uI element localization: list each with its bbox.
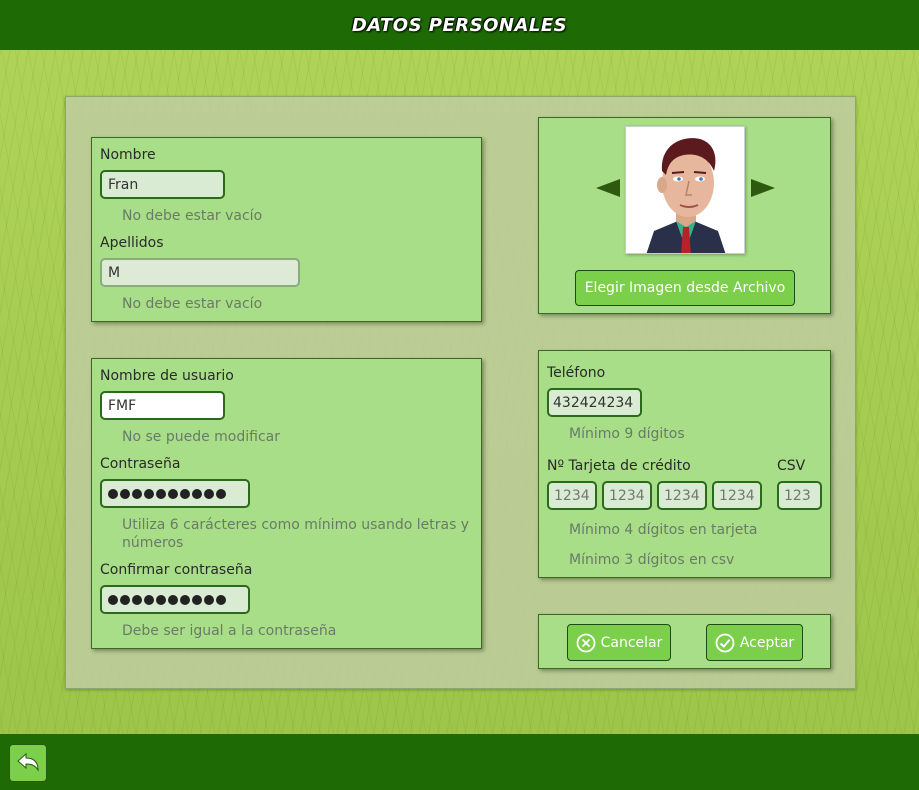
password-dot [132, 594, 142, 605]
triangle-right-icon[interactable] [751, 179, 775, 197]
page-title: DATOS PERSONALES [351, 14, 568, 36]
accept-button[interactable]: Aceptar [706, 624, 803, 661]
password-dot [192, 488, 202, 499]
tarjeta-hint: Mínimo 4 dígitos en tarjeta [569, 522, 758, 538]
password-dot [204, 488, 214, 499]
password-dot [144, 488, 154, 499]
card-number-field-4[interactable] [712, 481, 762, 510]
password-dot [108, 594, 118, 605]
triangle-left-icon[interactable] [596, 179, 620, 197]
password-dot [216, 594, 226, 605]
password-dot [168, 594, 178, 605]
image-panel: Elegir Imagen desde Archivo [538, 117, 831, 314]
password-label: Contraseña [100, 456, 181, 472]
apellidos-hint: No debe estar vacío [122, 296, 263, 312]
profile-image [625, 126, 745, 254]
password-dot [168, 488, 178, 499]
choose-image-button[interactable]: Elegir Imagen desde Archivo [575, 270, 795, 306]
avatar-portrait [626, 127, 744, 253]
tarjeta-label: Nº Tarjeta de crédito [547, 458, 691, 474]
back-arrow-icon [17, 752, 39, 772]
password-dot [108, 488, 118, 499]
cancel-label: Cancelar [600, 634, 663, 651]
password-dot [156, 594, 166, 605]
contact-panel: Teléfono Mínimo 9 dígitos Nº Tarjeta de … [538, 350, 831, 578]
footer-bar [0, 734, 919, 790]
password-dot [180, 594, 190, 605]
actions-panel: Cancelar Aceptar [538, 614, 831, 669]
confirm-password-hint: Debe ser igual a la contraseña [122, 623, 337, 639]
csv-field[interactable] [777, 481, 822, 510]
accept-label: Aceptar [739, 634, 795, 651]
nombre-hint: No debe estar vacío [122, 208, 263, 224]
password-dot [180, 488, 190, 499]
confirm-password-label: Confirmar contraseña [100, 562, 253, 578]
card-number-field-1[interactable] [547, 481, 597, 510]
usuario-hint: No se puede modificar [122, 429, 280, 445]
nombre-field[interactable] [100, 170, 225, 199]
password-dot [132, 488, 142, 499]
csv-label: CSV [777, 458, 806, 474]
password-field[interactable] [100, 479, 250, 508]
cancel-button[interactable]: Cancelar [567, 624, 671, 661]
password-dot [120, 594, 130, 605]
password-hint: Utiliza 6 carácteres como mínimo usando … [122, 517, 470, 551]
password-dot [120, 488, 130, 499]
password-dot [204, 594, 214, 605]
usuario-field[interactable] [100, 391, 225, 420]
card-number-field-3[interactable] [657, 481, 707, 510]
password-dot [156, 488, 166, 499]
password-dot [216, 488, 226, 499]
confirm-password-field[interactable] [100, 585, 250, 614]
form-container: Nombre No debe estar vacío Apellidos No … [65, 96, 856, 689]
telefono-hint: Mínimo 9 dígitos [569, 426, 685, 442]
telefono-label: Teléfono [547, 365, 606, 381]
password-dot [144, 594, 154, 605]
telefono-field[interactable] [547, 388, 642, 417]
account-panel: Nombre de usuario No se puede modificar … [91, 358, 482, 649]
nombre-label: Nombre [100, 147, 156, 163]
password-dot [192, 594, 202, 605]
circle-check-icon [715, 633, 735, 652]
choose-image-label: Elegir Imagen desde Archivo [584, 280, 786, 296]
csv-hint: Mínimo 3 dígitos en csv [569, 552, 735, 568]
apellidos-label: Apellidos [100, 235, 164, 251]
back-button[interactable] [9, 744, 47, 782]
circle-x-icon [576, 633, 596, 652]
usuario-label: Nombre de usuario [100, 368, 234, 384]
header-bar: DATOS PERSONALES [0, 0, 919, 50]
card-number-field-2[interactable] [602, 481, 652, 510]
apellidos-field[interactable] [100, 258, 300, 287]
name-panel: Nombre No debe estar vacío Apellidos No … [91, 137, 482, 322]
